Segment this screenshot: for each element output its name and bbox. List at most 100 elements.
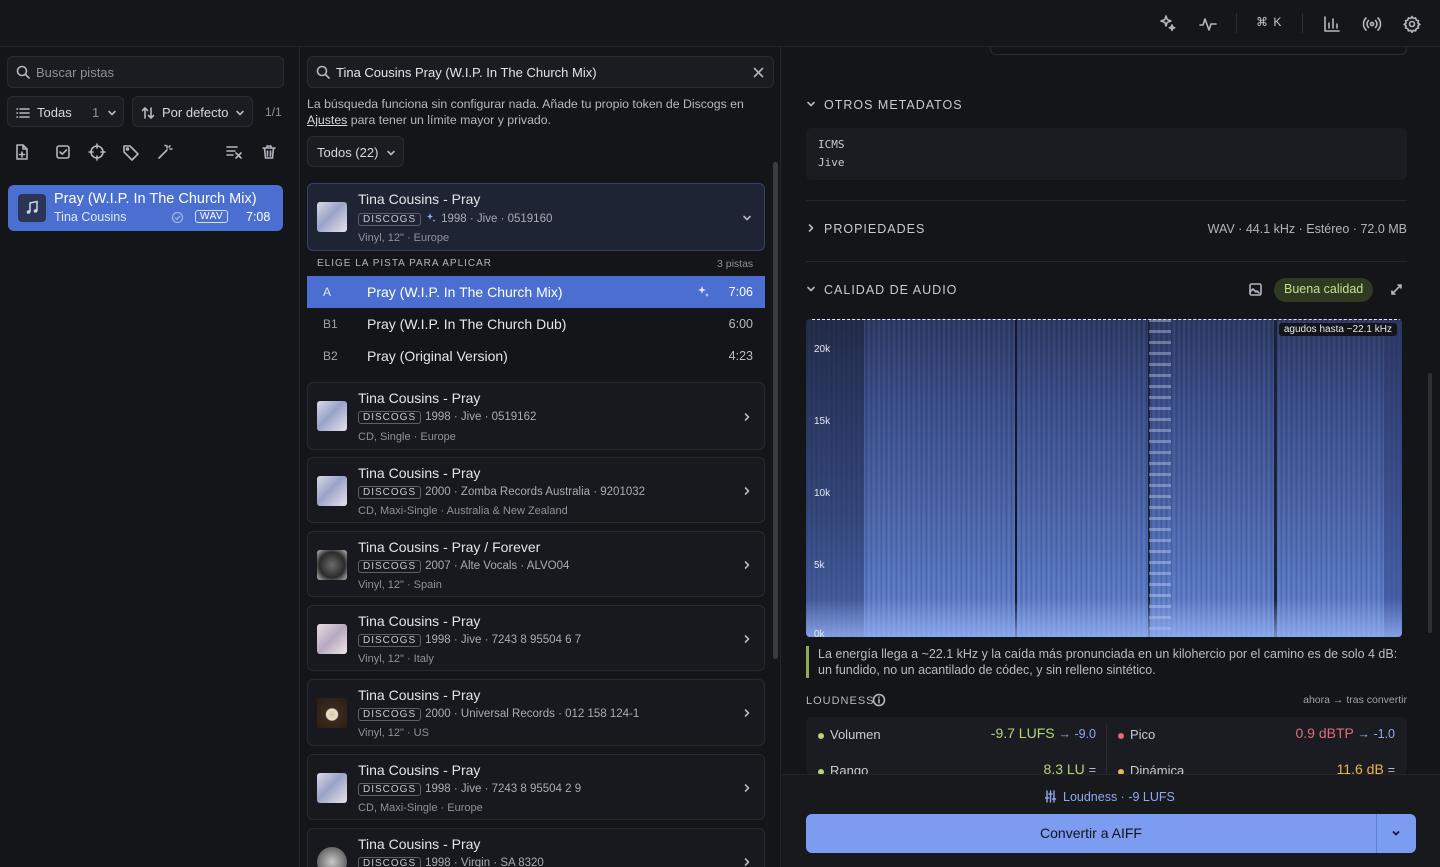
list-icon <box>16 108 30 118</box>
spectrogram-outro-region <box>1384 319 1402 637</box>
loudness-note: ahora → tras convertir <box>1303 694 1407 706</box>
release-title: Tina Cousins - Pray <box>358 465 481 481</box>
track-option-title: Pray (Original Version) <box>367 348 508 364</box>
result-card[interactable]: Tina Cousins - Pray / Forever DISCOGS 200… <box>307 531 765 597</box>
release-title: Tina Cousins - Pray <box>358 613 481 629</box>
sort-dropdown[interactable]: Por defecto <box>132 96 253 127</box>
metric-target: → -9.0 <box>1058 727 1096 741</box>
results-filter-label: Todos (22) <box>317 145 379 160</box>
image-search-icon[interactable] <box>1248 282 1263 297</box>
settings-link[interactable]: Ajustes <box>307 113 347 127</box>
chevron-down-icon[interactable] <box>806 284 816 294</box>
sparkle-icon[interactable] <box>1158 14 1178 34</box>
release-title: Tina Cousins - Pray <box>358 687 481 703</box>
chevron-right-icon <box>744 413 750 421</box>
chevron-right-icon <box>744 635 750 643</box>
track-list-item[interactable]: Pray (W.I.P. In The Church Mix) Tina Cou… <box>8 185 283 231</box>
discogs-search-field[interactable]: Tina Cousins Pray (W.I.P. In The Church … <box>307 56 774 88</box>
source-badge: DISCOGS <box>358 783 422 796</box>
chevron-down-icon <box>236 110 244 116</box>
clear-list-icon[interactable] <box>225 143 243 161</box>
info-icon[interactable] <box>872 693 886 707</box>
sort-label: Por defecto <box>162 105 229 120</box>
tag-icon[interactable] <box>122 143 140 161</box>
magic-icon[interactable] <box>156 143 174 161</box>
notice-text: La búsqueda funciona sin configurar nada… <box>307 97 744 111</box>
status-check-icon <box>171 211 184 224</box>
chevron-down-icon <box>387 150 395 156</box>
close-icon[interactable] <box>753 67 764 78</box>
result-card[interactable]: Tina Cousins - Pray DISCOGS 1998 · Jive ·… <box>307 605 765 671</box>
release-title: Tina Cousins - Pray <box>358 390 481 406</box>
metric-dot <box>1118 732 1124 739</box>
spectrogram-intro-region <box>806 319 864 637</box>
target-icon[interactable] <box>88 143 106 161</box>
convert-button[interactable]: Convertir a AIFF <box>806 814 1376 853</box>
result-card[interactable]: Tina Cousins - Pray DISCOGS 2000 · Univer… <box>307 679 765 746</box>
other-metadata-heading[interactable]: OTROS METADATOS <box>824 98 963 112</box>
release-thumbnail <box>317 624 347 654</box>
chevron-down-icon[interactable] <box>1391 828 1401 838</box>
result-card[interactable]: Tina Cousins - Pray DISCOGS 1998 · Jive ·… <box>307 382 765 450</box>
music-note-icon <box>18 194 46 222</box>
properties-summary: WAV · 44.1 kHz · Estéreo · 72.0 MB <box>1207 222 1407 236</box>
release-meta: 2007 · Alte Vocals · ALVO04 <box>425 560 570 572</box>
result-card-expanded[interactable]: Tina Cousins - Pray DISCOGS 1998 · Jive ·… <box>307 183 765 251</box>
loudness-settings-label: Loudness · -9 LUFS <box>1063 790 1175 804</box>
chevron-right-icon[interactable] <box>806 223 816 233</box>
gear-icon[interactable] <box>1402 14 1422 34</box>
chevron-right-icon <box>744 858 750 866</box>
expand-icon[interactable] <box>1390 283 1403 296</box>
track-option[interactable]: B2 Pray (Original Version) 4:23 <box>307 340 765 372</box>
bar-chart-icon[interactable] <box>1322 14 1342 34</box>
release-meta: 2000 · Zomba Records Australia · 9201032 <box>425 486 646 498</box>
loudness-settings-button[interactable]: Loudness · -9 LUFS <box>1044 789 1175 809</box>
sliders-icon <box>1044 790 1057 803</box>
track-search-placeholder: Buscar pistas <box>36 65 115 80</box>
chevron-down-icon <box>108 110 116 116</box>
details-scrollbar[interactable] <box>1428 373 1432 633</box>
results-filter-dropdown[interactable]: Todos (22) <box>307 136 404 167</box>
release-thumbnail <box>317 401 347 431</box>
details-panel: OTROS METADATOS ICMS Jive PROPIEDADES WA… <box>782 47 1440 867</box>
discogs-search-value: Tina Cousins Pray (W.I.P. In The Church … <box>336 65 597 80</box>
spectrogram[interactable]: agudos hasta ~22.1 kHz 20k 15k 10k 5k 0k <box>806 319 1402 637</box>
release-title: Tina Cousins - Pray <box>358 836 481 852</box>
frequency-label: 20k <box>814 344 831 355</box>
track-option-duration: 7:06 <box>728 285 753 299</box>
results-scrollbar[interactable] <box>773 162 778 659</box>
add-file-icon[interactable] <box>13 143 31 161</box>
release-format: CD, Single · Europe <box>358 431 456 443</box>
track-search-field[interactable]: Buscar pistas <box>7 56 284 88</box>
release-meta: 1998 · Jive · 7243 8 95504 2 9 <box>425 783 582 795</box>
analysis-accent <box>806 646 809 678</box>
result-card[interactable]: Tina Cousins - Pray DISCOGS 1998 · Virgin… <box>307 828 765 867</box>
chevron-down-icon[interactable] <box>806 99 816 109</box>
release-meta: 2000 · Universal Records · 012 158 124-1 <box>425 708 640 720</box>
select-all-icon[interactable] <box>54 143 72 161</box>
track-option-selected[interactable]: A Pray (W.I.P. In The Church Mix) 7:06 <box>307 276 765 308</box>
audio-quality-heading[interactable]: CALIDAD DE AUDIO <box>824 283 957 297</box>
frequency-label: 15k <box>814 416 831 427</box>
result-card[interactable]: Tina Cousins - Pray DISCOGS 1998 · Jive ·… <box>307 754 765 820</box>
chevron-down-icon <box>743 215 751 221</box>
release-thumbnail <box>317 550 347 580</box>
button-split-divider <box>1376 814 1377 853</box>
track-option[interactable]: B1 Pray (W.I.P. In The Church Dub) 6:00 <box>307 308 765 340</box>
result-card[interactable]: Tina Cousins - Pray DISCOGS 2000 · Zomba … <box>307 457 765 523</box>
source-badge: DISCOGS <box>358 857 422 867</box>
track-position: B2 <box>323 349 338 363</box>
properties-heading[interactable]: PROPIEDADES <box>824 222 925 236</box>
broadcast-icon[interactable] <box>1362 14 1382 34</box>
chevron-right-icon <box>744 784 750 792</box>
filter-dropdown[interactable]: Todas 1 <box>7 96 124 127</box>
command-palette-shortcut[interactable]: ⌘ K <box>1256 15 1282 29</box>
release-meta: 1998 · Jive · 0519162 <box>425 411 537 423</box>
release-thumbnail <box>317 202 347 232</box>
spectrogram-break <box>1274 319 1277 637</box>
trash-icon[interactable] <box>260 143 278 161</box>
source-badge: DISCOGS <box>358 411 422 424</box>
track-option-duration: 4:23 <box>728 349 753 363</box>
waveform-icon[interactable] <box>1198 14 1218 34</box>
top-bar: ⌘ K <box>0 0 1440 47</box>
